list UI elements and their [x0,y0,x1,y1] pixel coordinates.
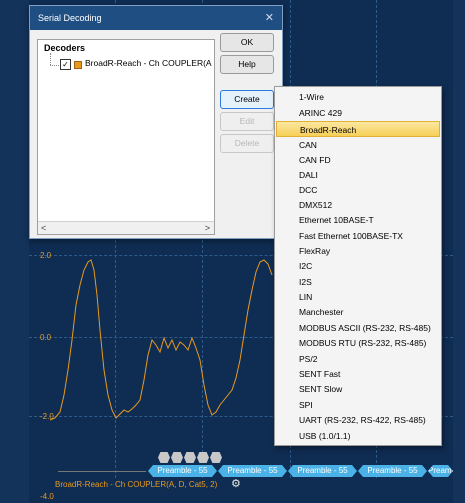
scroll-left-icon[interactable]: < [41,222,46,234]
decoder-enable-checkbox[interactable]: ✓ [60,59,71,70]
preamble-packet[interactable]: Preamble - 55 [288,465,357,477]
menu-item-ethernet-10base-t[interactable]: Ethernet 10BASE-T [276,212,440,228]
edit-button[interactable]: Edit [220,112,274,131]
menu-item-sent-fast[interactable]: SENT Fast [276,366,440,382]
tree-connector [50,65,59,66]
menu-item-usb[interactable]: USB (1.0/1.1) [276,428,440,444]
menu-item-arinc-429[interactable]: ARINC 429 [276,105,440,121]
menu-item-modbus-ascii[interactable]: MODBUS ASCII (RS-232, RS-485) [276,320,440,336]
decoder-item-label[interactable]: BroadR-Reach - Ch COUPLER(A [85,58,213,68]
menu-item-fast-ethernet[interactable]: Fast Ethernet 100BASE-TX [276,228,440,244]
tree-connector [50,53,51,65]
menu-item-broadr-reach[interactable]: BroadR-Reach [276,121,440,137]
menu-item-uart[interactable]: UART (RS-232, RS-422, RS-485) [276,412,440,428]
create-button[interactable]: Create [220,90,274,109]
packet-marker [158,452,170,463]
menu-item-can[interactable]: CAN [276,137,440,153]
menu-item-dcc[interactable]: DCC [276,182,440,198]
gear-icon[interactable]: ⚙ [231,477,241,490]
decoder-channel-label: BroadR-Reach - Ch COUPLER(A, D, Cat5, 2) [55,480,218,489]
packet-marker [210,452,222,463]
menu-item-dali[interactable]: DALI [276,167,440,183]
packet-marker [197,452,209,463]
preamble-packet[interactable]: Preamble - 55 [358,465,427,477]
close-icon[interactable]: ✕ [265,6,274,30]
menu-item-manchester[interactable]: Manchester [276,304,440,320]
menu-item-flexray[interactable]: FlexRay [276,243,440,259]
dialog-title: Serial Decoding [38,13,102,23]
serial-decoding-dialog: Serial Decoding ✕ Decoders ✓ BroadR-Reac… [29,5,283,239]
menu-item-sent-slow[interactable]: SENT Slow [276,381,440,397]
menu-item-dmx512[interactable]: DMX512 [276,197,440,213]
preamble-packet[interactable]: Preamble - 55 [218,465,287,477]
horizontal-scrollbar[interactable]: < > [38,221,214,234]
decoder-color-swatch [74,61,82,69]
create-decoder-menu: 1-Wire ARINC 429 BroadR-Reach CAN CAN FD… [274,86,442,446]
menu-item-spi[interactable]: SPI [276,397,440,413]
tree-root-label: Decoders [44,43,86,53]
menu-item-1-wire[interactable]: 1-Wire [276,89,440,105]
menu-item-i2s[interactable]: I2S [276,274,440,290]
menu-item-lin[interactable]: LIN [276,289,440,305]
delete-button[interactable]: Delete [220,134,274,153]
preamble-packet[interactable]: Preamble - [428,465,453,477]
scroll-right-icon[interactable]: > [205,222,210,234]
ok-button[interactable]: OK [220,33,274,52]
menu-item-ps2[interactable]: PS/2 [276,351,440,367]
dialog-titlebar[interactable]: Serial Decoding ✕ [30,6,282,30]
menu-item-modbus-rtu[interactable]: MODBUS RTU (RS-232, RS-485) [276,335,440,351]
decoders-tree[interactable]: Decoders ✓ BroadR-Reach - Ch COUPLER(A <… [37,39,215,235]
preamble-packet[interactable]: Preamble - 55 [148,465,217,477]
decode-baseline [58,471,146,472]
packet-marker [171,452,183,463]
packet-marker [184,452,196,463]
menu-item-can-fd[interactable]: CAN FD [276,152,440,168]
help-button[interactable]: Help [220,55,274,74]
menu-item-i2c[interactable]: I2C [276,258,440,274]
